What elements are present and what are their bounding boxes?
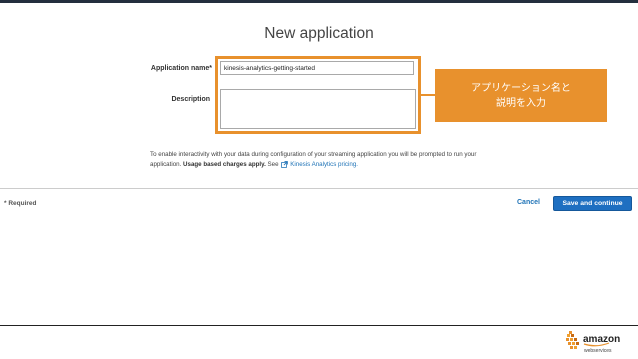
pricing-link[interactable]: Kinesis Analytics pricing. — [290, 161, 358, 168]
callout-line-1: アプリケーション名と — [471, 82, 571, 94]
slide-divider — [0, 325, 638, 326]
page-title: New application — [264, 25, 374, 42]
cancel-button[interactable]: Cancel — [517, 199, 540, 206]
external-link-icon — [281, 161, 289, 168]
logo-wordmark: amazon — [583, 334, 620, 345]
logo-subtext: webservices — [584, 348, 612, 354]
description-label: Description — [171, 96, 210, 103]
application-name-label: Application name* — [150, 65, 212, 72]
annotation-highlight-box — [215, 56, 421, 134]
callout-line-2: 説明を入力 — [496, 97, 546, 109]
annotation-callout: アプリケーション名と 説明を入力 — [435, 69, 607, 122]
annotation-connector — [421, 94, 435, 96]
save-and-continue-button[interactable]: Save and continue — [553, 196, 632, 211]
aws-logo: amazon webservices — [566, 331, 620, 354]
info-text-part2: See — [265, 161, 281, 168]
footer-divider — [0, 188, 638, 189]
required-note: * Required — [4, 200, 37, 207]
usage-charges-note: Usage based charges apply. — [183, 161, 266, 168]
aws-cubes-icon — [566, 331, 579, 349]
interactivity-info-text: To enable interactivity with your data d… — [150, 150, 480, 170]
top-bar — [0, 0, 638, 3]
